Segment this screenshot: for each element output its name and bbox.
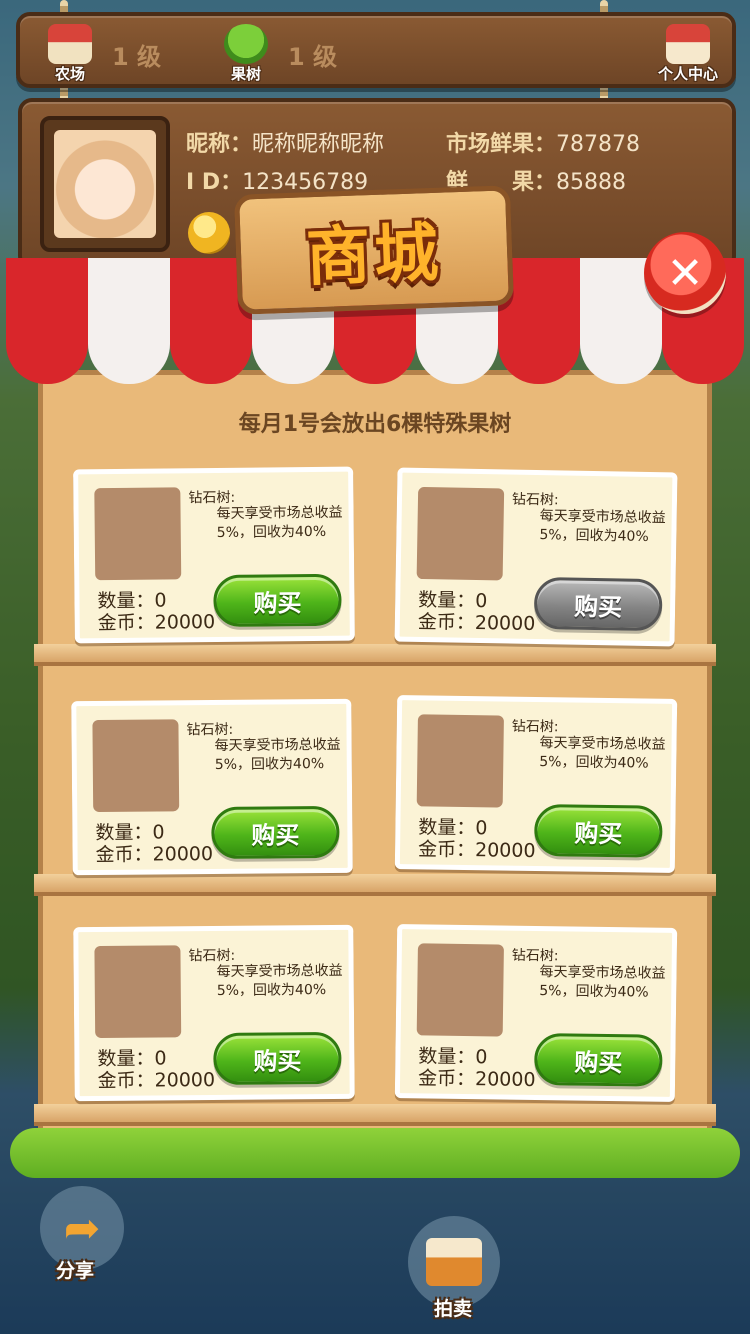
farm-icon: 农场 xyxy=(40,24,100,84)
item-description: 每天享受市场总收益5%，回收为40% xyxy=(216,962,343,999)
item-price: 金币：20000 xyxy=(417,838,536,862)
market-fruit-value: 787878 xyxy=(556,132,640,157)
item-stats: 数量：0 金币：20000 xyxy=(97,589,215,634)
item-quantity: 数量：0 xyxy=(418,588,488,613)
home-icon: 个人中心 xyxy=(646,24,730,84)
shop-title-sign: 商城 xyxy=(233,185,515,315)
item-stats: 数量：0 金币：20000 xyxy=(97,1047,215,1092)
item-stats: 数量：0 金币：20000 xyxy=(418,816,536,862)
shop-item-card: 钻石树: 每天享受市场总收益5%，回收为40% 数量：0 金币：20000 购买 xyxy=(73,466,355,644)
item-stats: 数量：0 金币：20000 xyxy=(418,1045,536,1091)
buy-button[interactable]: 购买 xyxy=(213,573,342,628)
buy-button[interactable]: 购买 xyxy=(533,803,663,858)
farm-button[interactable]: 农场 1 级 xyxy=(40,24,161,84)
shop-item-card: 钻石树: 每天享受市场总收益5%，回收为40% 数量：0 金币：20000 购买 xyxy=(73,924,355,1102)
profile-center-button[interactable]: 个人中心 xyxy=(646,24,730,84)
top-bar: 农场 1 级 果树 1 级 个人中心 xyxy=(16,12,736,88)
item-stats: 数量：0 金币：20000 xyxy=(95,821,213,866)
item-description: 每天享受市场总收益5%，回收为40% xyxy=(216,504,343,541)
shop-item-card: 钻石树: 每天享受市场总收益5%，回收为40% 数量：0 金币：20000 购买 xyxy=(394,924,678,1102)
auction-label: 拍卖 xyxy=(434,1298,473,1320)
auction-shop-icon xyxy=(426,1238,482,1286)
item-image xyxy=(416,714,504,808)
market-fruit-row: 市场鲜果：787878 xyxy=(446,132,640,157)
item-image xyxy=(416,486,505,581)
grass-border xyxy=(10,1128,740,1178)
item-price: 金币：20000 xyxy=(97,610,216,635)
shelf xyxy=(34,874,716,896)
item-price: 金币：20000 xyxy=(95,842,214,867)
share-label: 分享 xyxy=(56,1260,95,1282)
buy-button[interactable]: 购买 xyxy=(533,1032,663,1087)
share-arrow-icon: ➦ xyxy=(63,1202,101,1254)
shop-item-card: 钻石树: 每天享受市场总收益5%，回收为40% 数量：0 金币：20000 购买 xyxy=(71,698,353,876)
item-image xyxy=(94,487,182,581)
coin-icon xyxy=(188,212,230,254)
close-button[interactable]: ✕ xyxy=(644,232,726,314)
shelf xyxy=(34,644,716,666)
item-image xyxy=(92,719,180,813)
nickname: 昵称昵称昵称 xyxy=(252,132,385,157)
item-description: 每天享受市场总收益5%，回收为40% xyxy=(539,735,666,772)
shop-title: 商城 xyxy=(304,216,444,296)
item-price: 金币：20000 xyxy=(417,610,536,635)
item-quantity: 数量：0 xyxy=(418,816,488,840)
farm-level: 1 级 xyxy=(112,42,162,71)
shop-item-card: 钻石树: 每天享受市场总收益5%，回收为40% 数量：0 金币：20000 购买 xyxy=(394,467,678,647)
tree-button[interactable]: 果树 1 级 xyxy=(216,24,337,84)
nickname-row: 昵称：昵称昵称昵称 xyxy=(186,132,385,157)
item-description: 每天享受市场总收益5%，回收为40% xyxy=(539,964,666,1001)
item-quantity: 数量：0 xyxy=(97,589,167,613)
item-name: 钻石树: xyxy=(511,947,559,965)
item-stats: 数量：0 金币：20000 xyxy=(418,589,536,635)
buy-button[interactable]: 购买 xyxy=(213,1031,342,1086)
avatar[interactable] xyxy=(40,116,170,252)
item-quantity: 数量：0 xyxy=(95,821,165,845)
shelf xyxy=(34,1104,716,1126)
item-name: 钻石树: xyxy=(511,491,559,509)
buy-button-disabled[interactable]: 购买 xyxy=(533,576,663,632)
item-description: 每天享受市场总收益5%，回收为40% xyxy=(214,736,341,773)
fruit-value: 85888 xyxy=(556,170,627,195)
buy-button[interactable]: 购买 xyxy=(211,805,340,860)
item-description: 每天享受市场总收益5%，回收为40% xyxy=(539,508,666,545)
shop-item-card: 钻石树: 每天享受市场总收益5%，回收为40% 数量：0 金币：20000 购买 xyxy=(394,695,678,873)
item-image xyxy=(416,943,504,1037)
item-image xyxy=(94,945,182,1039)
tree-level: 1 级 xyxy=(288,42,338,71)
item-name: 钻石树: xyxy=(511,718,559,736)
fruit-tree-icon: 果树 xyxy=(216,24,276,84)
item-quantity: 数量：0 xyxy=(97,1047,167,1071)
shop-notice: 每月1号会放出6棵特殊果树 xyxy=(238,412,512,437)
item-price: 金币：20000 xyxy=(417,1067,536,1091)
item-price: 金币：20000 xyxy=(97,1068,216,1093)
item-quantity: 数量：0 xyxy=(418,1045,488,1069)
close-icon: ✕ xyxy=(666,247,704,299)
